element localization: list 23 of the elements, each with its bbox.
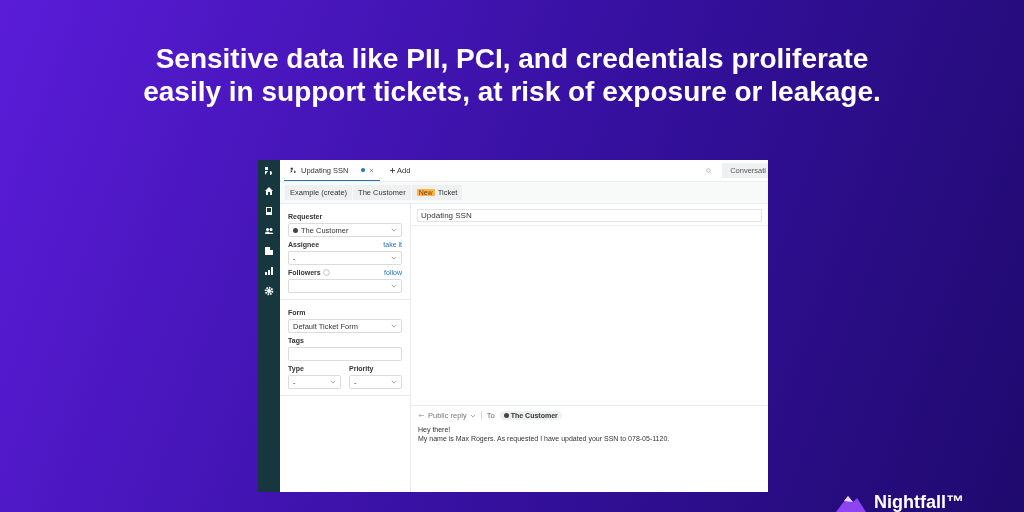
tags-field[interactable] <box>288 347 402 361</box>
close-icon[interactable] <box>369 167 374 173</box>
chart-icon[interactable] <box>264 266 274 276</box>
building-icon[interactable] <box>264 246 274 256</box>
chevron-down-icon <box>391 380 397 384</box>
chevron-down-icon <box>391 324 397 328</box>
reply-arrow-icon <box>418 413 425 418</box>
chevron-down-icon <box>391 228 397 232</box>
chevron-down-icon <box>469 413 476 418</box>
chevron-down-icon <box>391 256 397 260</box>
subject-field[interactable]: Updating SSN <box>417 209 762 222</box>
headline-text: easily in support tickets, at risk of exposure or leakage. <box>142 75 882 108</box>
brand-name: Nightfall™ <box>874 492 964 512</box>
chevron-down-icon <box>330 380 336 384</box>
settings-icon[interactable] <box>264 286 274 296</box>
logo-icon[interactable] <box>264 166 274 176</box>
plus-icon <box>390 168 395 173</box>
users-icon[interactable] <box>264 226 274 236</box>
logo-icon <box>290 166 297 174</box>
chevron-down-icon <box>391 284 397 288</box>
home-icon[interactable] <box>264 186 274 196</box>
headline-text: Sensitive data like PII, PCI, and credentials proliferate <box>154 42 870 75</box>
inbox-icon[interactable] <box>264 206 274 216</box>
